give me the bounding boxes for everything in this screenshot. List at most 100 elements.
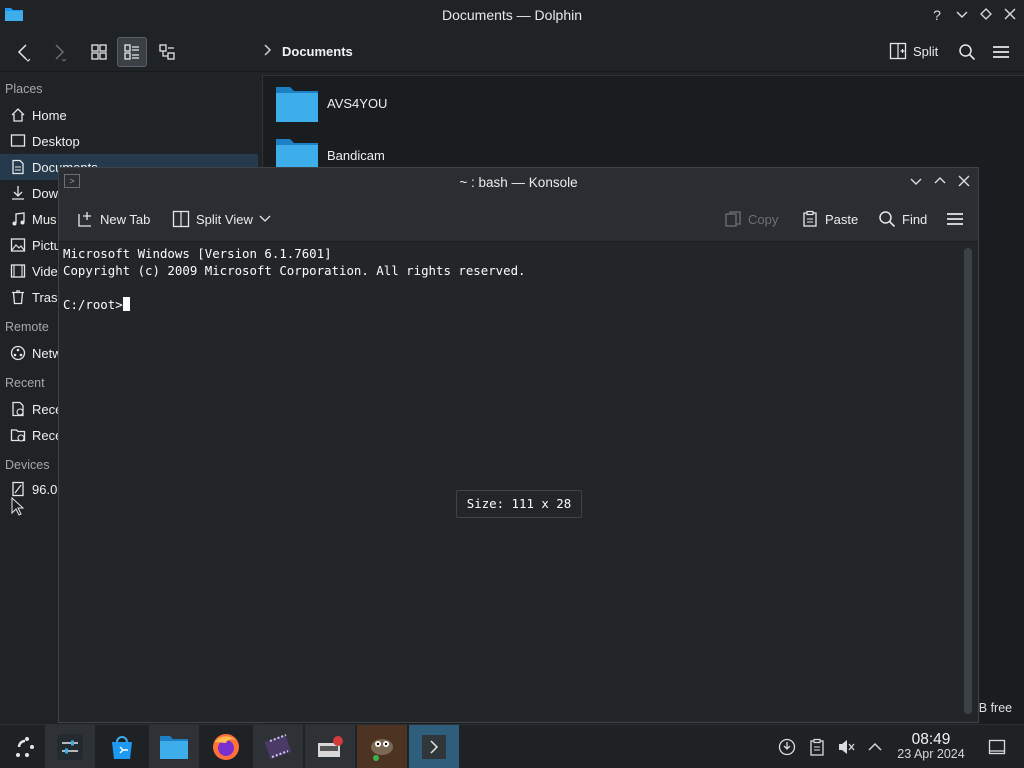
new-tab-icon <box>78 212 91 227</box>
terminal-scrollbar[interactable] <box>964 248 972 714</box>
find-button[interactable]: Find <box>878 206 927 232</box>
new-tab-label: New Tab <box>100 211 151 227</box>
hamburger-menu-icon <box>947 213 963 225</box>
hamburger-menu-icon <box>993 46 1009 58</box>
recent-files-icon <box>8 401 28 417</box>
arrow-left-icon <box>17 44 31 62</box>
tray-volume-muted-icon[interactable] <box>836 737 856 757</box>
task-discover[interactable] <box>97 725 147 768</box>
task-firefox[interactable] <box>201 725 251 768</box>
copy-icon <box>725 211 741 227</box>
place-item-home[interactable]: Home <box>0 102 258 128</box>
tray-network-icon[interactable] <box>777 737 797 757</box>
maximize-icon[interactable] <box>931 174 949 192</box>
terminal-line: Copyright (c) 2009 Microsoft Corporation… <box>63 263 526 278</box>
place-label: 96.0 <box>32 481 58 497</box>
tree-view-icon <box>159 44 175 60</box>
terminal-line: Microsoft Windows [Version 6.1.7601] <box>63 246 332 261</box>
task-system-settings[interactable] <box>45 725 95 768</box>
folder-icon <box>160 736 188 759</box>
split-view-button[interactable]: Split View <box>172 206 271 232</box>
breadcrumb[interactable]: Documents <box>282 44 353 59</box>
app-launcher-button[interactable] <box>0 725 50 768</box>
show-desktop-icon[interactable] <box>987 737 1007 757</box>
task-konsole[interactable] <box>409 725 459 768</box>
chevron-down-icon <box>259 215 271 222</box>
film-strip-icon <box>264 734 292 760</box>
split-button[interactable]: Split <box>889 37 938 65</box>
music-icon <box>8 211 28 227</box>
split-view-label: Split View <box>196 211 253 227</box>
desktop-icon <box>8 133 28 149</box>
place-label: Pictu <box>32 237 61 253</box>
breadcrumb-chevron-icon <box>264 44 272 56</box>
gimp-icon <box>371 739 393 761</box>
store-bag-icon <box>112 736 132 759</box>
remote-header: Remote <box>5 320 49 334</box>
terminal-output[interactable]: Microsoft Windows [Version 6.1.7601] Copy… <box>59 243 962 722</box>
file-name: Bandicam <box>327 147 385 163</box>
compact-view-button[interactable] <box>117 37 147 67</box>
terminal-cursor <box>122 297 130 311</box>
back-button[interactable] <box>8 37 38 67</box>
find-label: Find <box>902 211 928 227</box>
help-icon[interactable]: ? <box>928 6 946 24</box>
recent-locations-icon <box>8 427 28 443</box>
terminal-icon <box>422 735 446 759</box>
icons-view-button[interactable] <box>84 37 114 67</box>
places-header: Places <box>5 82 43 96</box>
place-label: Mus <box>32 211 57 227</box>
place-item-desktop[interactable]: Desktop <box>0 128 258 154</box>
documents-icon <box>8 159 28 175</box>
place-label: Desktop <box>32 133 80 149</box>
search-icon <box>959 44 976 61</box>
videos-icon <box>8 263 28 279</box>
search-button[interactable] <box>952 37 982 67</box>
free-space-label: iB free <box>976 701 1013 715</box>
task-disk-utility[interactable] <box>305 725 355 768</box>
pictures-icon <box>8 237 28 253</box>
konsole-window: > ~ : bash — Konsole New Tab Split View … <box>58 167 979 723</box>
tray-clipboard-icon[interactable] <box>807 737 827 757</box>
window-title: ~ : bash — Konsole <box>459 175 578 190</box>
place-label: Vide <box>32 263 58 279</box>
clock-date[interactable]: 23 Apr 2024 <box>888 747 974 761</box>
trash-icon <box>8 289 28 305</box>
split-icon <box>889 42 907 60</box>
home-icon <box>8 107 28 123</box>
firefox-icon <box>213 734 239 760</box>
task-dolphin[interactable] <box>149 725 199 768</box>
paste-icon <box>803 210 817 227</box>
konsole-titlebar[interactable]: > ~ : bash — Konsole <box>59 168 978 198</box>
copy-button[interactable]: Copy <box>724 206 778 232</box>
grid-icon <box>91 44 107 60</box>
copy-label: Copy <box>748 211 779 227</box>
arrow-right-icon <box>55 44 67 62</box>
split-label: Split <box>913 43 939 59</box>
task-gimp[interactable] <box>357 725 407 768</box>
window-title: Documents — Dolphin <box>441 7 583 23</box>
place-label: Home <box>32 107 67 123</box>
dolphin-titlebar[interactable]: Documents — Dolphin ? <box>0 0 1024 30</box>
close-icon[interactable] <box>955 174 973 192</box>
minimize-icon[interactable] <box>907 174 925 192</box>
tray-expand-icon[interactable] <box>865 737 885 757</box>
size-tooltip: Size: 111 x 28 <box>456 490 582 518</box>
close-icon[interactable] <box>1001 6 1019 24</box>
new-tab-button[interactable]: New Tab <box>76 206 150 232</box>
forward-button[interactable] <box>44 37 74 67</box>
paste-button[interactable]: Paste <box>801 206 858 232</box>
minimize-icon[interactable] <box>953 6 971 24</box>
konsole-menu-button[interactable] <box>946 206 964 232</box>
place-label: Tras <box>32 289 58 305</box>
details-view-button[interactable] <box>152 37 182 67</box>
menu-button[interactable] <box>986 37 1016 67</box>
task-video-editor[interactable] <box>253 725 303 768</box>
maximize-icon[interactable] <box>977 6 995 24</box>
compact-list-icon <box>124 44 139 60</box>
place-label: Dow <box>32 185 59 201</box>
launcher-icon <box>16 737 34 757</box>
file-item[interactable]: AVS4YOU <box>275 81 387 125</box>
terminal-prompt-line: C:/root> <box>63 296 962 313</box>
